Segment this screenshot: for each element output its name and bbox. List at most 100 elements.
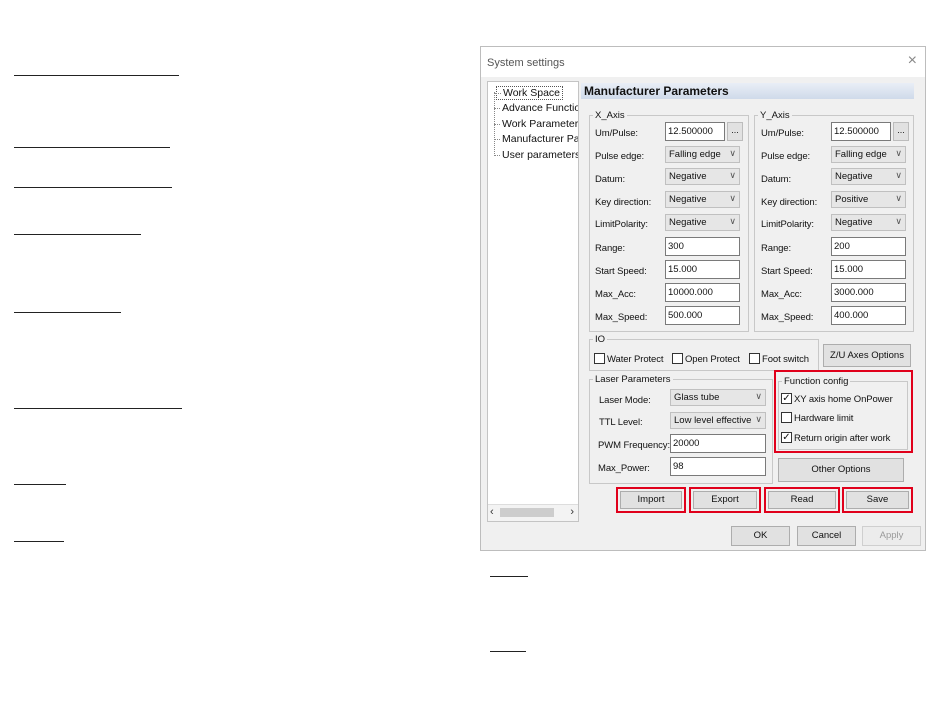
doc-rule-7: [14, 484, 66, 485]
max-power-label: Max_Power:: [598, 463, 650, 474]
doc-rule-8: [14, 541, 64, 542]
import-button[interactable]: Import: [620, 491, 682, 509]
x-um-pulse-input[interactable]: 12.500000: [665, 122, 725, 141]
open-protect-checkbox[interactable]: [672, 353, 683, 364]
max-power-input[interactable]: 98: [670, 457, 766, 476]
scroll-left-icon[interactable]: ‹: [490, 506, 494, 518]
window-title: System settings: [487, 57, 565, 69]
x-axis-legend: X_Axis: [595, 110, 625, 121]
y-limit-polarity-select[interactable]: Negative ∨: [831, 214, 906, 231]
ok-button[interactable]: OK: [731, 526, 790, 546]
x-limit-polarity-value: Negative: [669, 217, 707, 228]
x-start-speed-label: Start Speed:: [595, 266, 647, 277]
y-key-direction-label: Key direction:: [761, 197, 818, 208]
y-datum-select[interactable]: Negative ∨: [831, 168, 906, 185]
scroll-right-icon[interactable]: ›: [570, 506, 574, 518]
x-limit-polarity-label: LimitPolarity:: [595, 219, 648, 230]
scroll-thumb[interactable]: [500, 508, 554, 517]
x-max-speed-label: Max_Speed:: [595, 312, 648, 323]
y-um-pulse-input[interactable]: 12.500000: [831, 122, 891, 141]
water-protect-label: Water Protect: [607, 354, 664, 365]
x-pulse-edge-select[interactable]: Falling edge ∨: [665, 146, 740, 163]
ttl-level-select[interactable]: Low level effective ∨: [670, 412, 766, 429]
y-pulse-edge-select[interactable]: Falling edge ∨: [831, 146, 906, 163]
xy-axis-home-checkbox[interactable]: ✓: [781, 393, 792, 404]
y-key-direction-select[interactable]: Positive ∨: [831, 191, 906, 208]
return-origin-checkbox[interactable]: ✓: [781, 432, 792, 443]
y-max-speed-input[interactable]: 400.000: [831, 306, 906, 325]
y-range-label: Range:: [761, 243, 792, 254]
io-legend: IO: [595, 334, 606, 345]
doc-rule-3: [14, 187, 172, 188]
export-button[interactable]: Export: [693, 491, 757, 509]
read-button[interactable]: Read: [768, 491, 836, 509]
chevron-down-icon: ∨: [729, 216, 736, 226]
chevron-down-icon: ∨: [729, 170, 736, 180]
y-key-direction-value: Positive: [835, 194, 869, 205]
ttl-level-value: Low level effective: [674, 415, 752, 426]
y-um-pulse-browse-button[interactable]: ...: [893, 122, 909, 141]
close-icon[interactable]: ×: [908, 52, 917, 70]
cancel-button[interactable]: Cancel: [797, 526, 856, 546]
ttl-level-label: TTL Level:: [599, 417, 643, 428]
foot-switch-checkbox[interactable]: [749, 353, 760, 364]
zu-axes-options-button[interactable]: Z/U Axes Options: [823, 344, 911, 367]
tree-item-manufacturer-para[interactable]: Manufacturer Para: [494, 133, 578, 145]
xy-axis-home-label: XY axis home OnPower: [794, 394, 893, 405]
y-datum-value: Negative: [835, 171, 873, 182]
doc-rule-4: [14, 234, 141, 235]
other-options-button[interactable]: Other Options: [778, 458, 904, 482]
chevron-down-icon: ∨: [895, 170, 902, 180]
y-axis-legend: Y_Axis: [760, 110, 790, 121]
water-protect-checkbox[interactable]: [594, 353, 605, 364]
hardware-limit-checkbox[interactable]: [781, 412, 792, 423]
open-protect-label: Open Protect: [685, 354, 740, 365]
x-max-acc-label: Max_Acc:: [595, 289, 636, 300]
pwm-frequency-input[interactable]: 20000: [670, 434, 766, 453]
x-key-direction-select[interactable]: Negative ∨: [665, 191, 740, 208]
tree-item-work-space[interactable]: Work Space: [495, 86, 563, 100]
tree-item-user-parameters[interactable]: User parameters: [493, 149, 578, 161]
x-start-speed-input[interactable]: 15.000: [665, 260, 740, 279]
apply-button[interactable]: Apply: [862, 526, 921, 546]
laser-parameters-legend: Laser Parameters: [595, 374, 671, 385]
y-datum-label: Datum:: [761, 174, 792, 185]
x-datum-label: Datum:: [595, 174, 626, 185]
x-datum-value: Negative: [669, 171, 707, 182]
laser-mode-select[interactable]: Glass tube ∨: [670, 389, 766, 406]
x-range-input[interactable]: 300: [665, 237, 740, 256]
x-um-pulse-label: Um/Pulse:: [595, 128, 638, 139]
laser-mode-label: Laser Mode:: [599, 395, 651, 406]
y-start-speed-input[interactable]: 15.000: [831, 260, 906, 279]
y-limit-polarity-label: LimitPolarity:: [761, 219, 814, 230]
x-limit-polarity-select[interactable]: Negative ∨: [665, 214, 740, 231]
x-um-pulse-browse-button[interactable]: ...: [727, 122, 743, 141]
doc-rule-2: [14, 147, 170, 148]
y-limit-polarity-value: Negative: [835, 217, 873, 228]
chevron-down-icon: ∨: [755, 414, 762, 424]
x-key-direction-value: Negative: [669, 194, 707, 205]
x-max-speed-input[interactable]: 500.000: [665, 306, 740, 325]
chevron-down-icon: ∨: [895, 148, 902, 158]
tree-item-work-parameters[interactable]: Work Parameters: [494, 118, 578, 130]
save-button[interactable]: Save: [846, 491, 909, 509]
y-max-acc-label: Max_Acc:: [761, 289, 802, 300]
x-pulse-edge-label: Pulse edge:: [595, 151, 645, 162]
y-max-speed-label: Max_Speed:: [761, 312, 814, 323]
chevron-down-icon: ∨: [755, 391, 762, 401]
doc-rule-9: [490, 576, 528, 577]
x-max-acc-input[interactable]: 10000.000: [665, 283, 740, 302]
foot-switch-label: Foot switch: [762, 354, 809, 365]
doc-rule-1: [14, 75, 179, 76]
doc-rule-5: [14, 312, 121, 313]
tree-item-advance-functions[interactable]: Advance Functions: [493, 102, 578, 114]
y-um-pulse-label: Um/Pulse:: [761, 128, 804, 139]
y-range-input[interactable]: 200: [831, 237, 906, 256]
settings-tree: Work Space Advance Functions Work Parame…: [487, 81, 579, 522]
x-datum-select[interactable]: Negative ∨: [665, 168, 740, 185]
panel-heading: Manufacturer Parameters: [581, 83, 914, 99]
system-settings-window: System settings × Work Space Advance Fun…: [480, 46, 926, 551]
tree-horizontal-scrollbar[interactable]: ‹ ›: [488, 504, 578, 521]
y-max-acc-input[interactable]: 3000.000: [831, 283, 906, 302]
x-pulse-edge-value: Falling edge: [669, 149, 721, 160]
